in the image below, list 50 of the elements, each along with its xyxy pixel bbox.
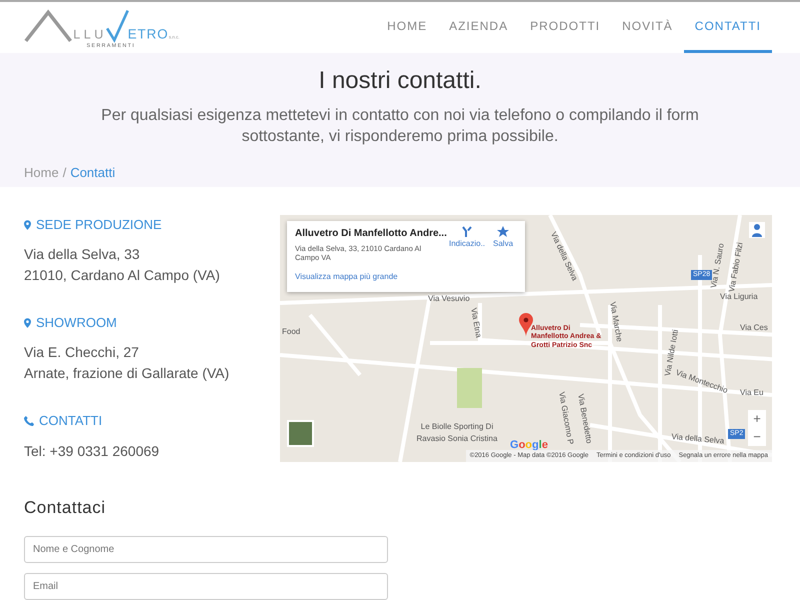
zoom-out-button[interactable]: − — [748, 428, 766, 446]
save-link[interactable]: Salva — [489, 226, 517, 263]
satellite-thumbnail[interactable] — [287, 420, 314, 447]
page-subtitle: Per qualsiasi esigenza mettetevi in contatto con noi via telefono o compilando il form sottostante, vi risponderemo prima possibile. — [100, 106, 700, 147]
street-label: Via Fabio Filzi — [726, 242, 746, 293]
section-heading: SHOWROOM — [36, 314, 117, 332]
location-pin-icon — [24, 220, 31, 230]
street-label: Via Etna — [468, 306, 484, 339]
zoom-in-button[interactable]: + — [748, 410, 766, 428]
place-label: Food — [282, 326, 300, 338]
street-label: Via Vesuvio — [428, 292, 470, 305]
form-heading: Contattaci — [24, 496, 107, 519]
street-label: Via Ces — [740, 322, 768, 334]
map-pin-icon[interactable] — [519, 312, 533, 337]
directions-icon — [461, 226, 474, 238]
street-label: Via Liguria — [720, 292, 758, 303]
section-heading: SEDE PRODUZIONE — [36, 216, 162, 234]
breadcrumb-item: Contatti — [70, 164, 116, 182]
nav-link[interactable]: PRODOTTI — [519, 2, 612, 53]
input-field[interactable]: Nome e Cognome — [24, 536, 388, 564]
address-line: Tel: +39 0331 260069 — [24, 442, 160, 461]
street-label: Via Giacomo P — [556, 390, 576, 446]
place-label: Le Biolle Sporting Di Ravasio Sonia Cristina — [416, 420, 498, 445]
street-label: Via Benedetto — [575, 392, 595, 444]
street-label: Via della Selva — [548, 230, 580, 283]
place-title: Alluvetro Di Manfellotto Andre... — [295, 226, 445, 241]
nav-link[interactable]: AZIENDA — [438, 2, 520, 53]
street-label: Via Eu — [740, 386, 764, 399]
street-label: Via Marche — [607, 300, 625, 343]
street-map-drawing[interactable] — [280, 214, 772, 462]
section-heading: CONTATTI — [39, 412, 102, 430]
directions-link[interactable]: Indicazio.. — [449, 226, 486, 263]
input-field[interactable]: Email — [24, 573, 388, 600]
larger-map-link[interactable]: Visualizza mappa più grande — [295, 270, 398, 283]
breadcrumb-item[interactable]: Home — [24, 163, 59, 183]
nav-link[interactable]: HOME — [376, 2, 438, 53]
address-line: 21010, Cardano Al Campo (VA) — [24, 266, 221, 285]
nav-link[interactable]: NOVITÀ — [611, 2, 684, 53]
address-line: Arnate, frazione di Gallarate (VA) — [24, 364, 230, 383]
google-logo: Google — [510, 438, 548, 452]
page-title: I nostri contatti. — [318, 67, 482, 96]
location-pin-icon — [24, 318, 31, 328]
person-icon[interactable] — [749, 222, 765, 238]
address-line: Via E. Checchi, 27 — [24, 343, 140, 362]
breadcrumb-separator: / — [62, 164, 66, 182]
street-label: Via della Selva — [670, 430, 725, 448]
star-icon — [497, 226, 510, 238]
address-line: Via della Selva, 33 — [24, 245, 141, 264]
phone-icon — [24, 416, 34, 426]
park-area — [457, 368, 482, 408]
